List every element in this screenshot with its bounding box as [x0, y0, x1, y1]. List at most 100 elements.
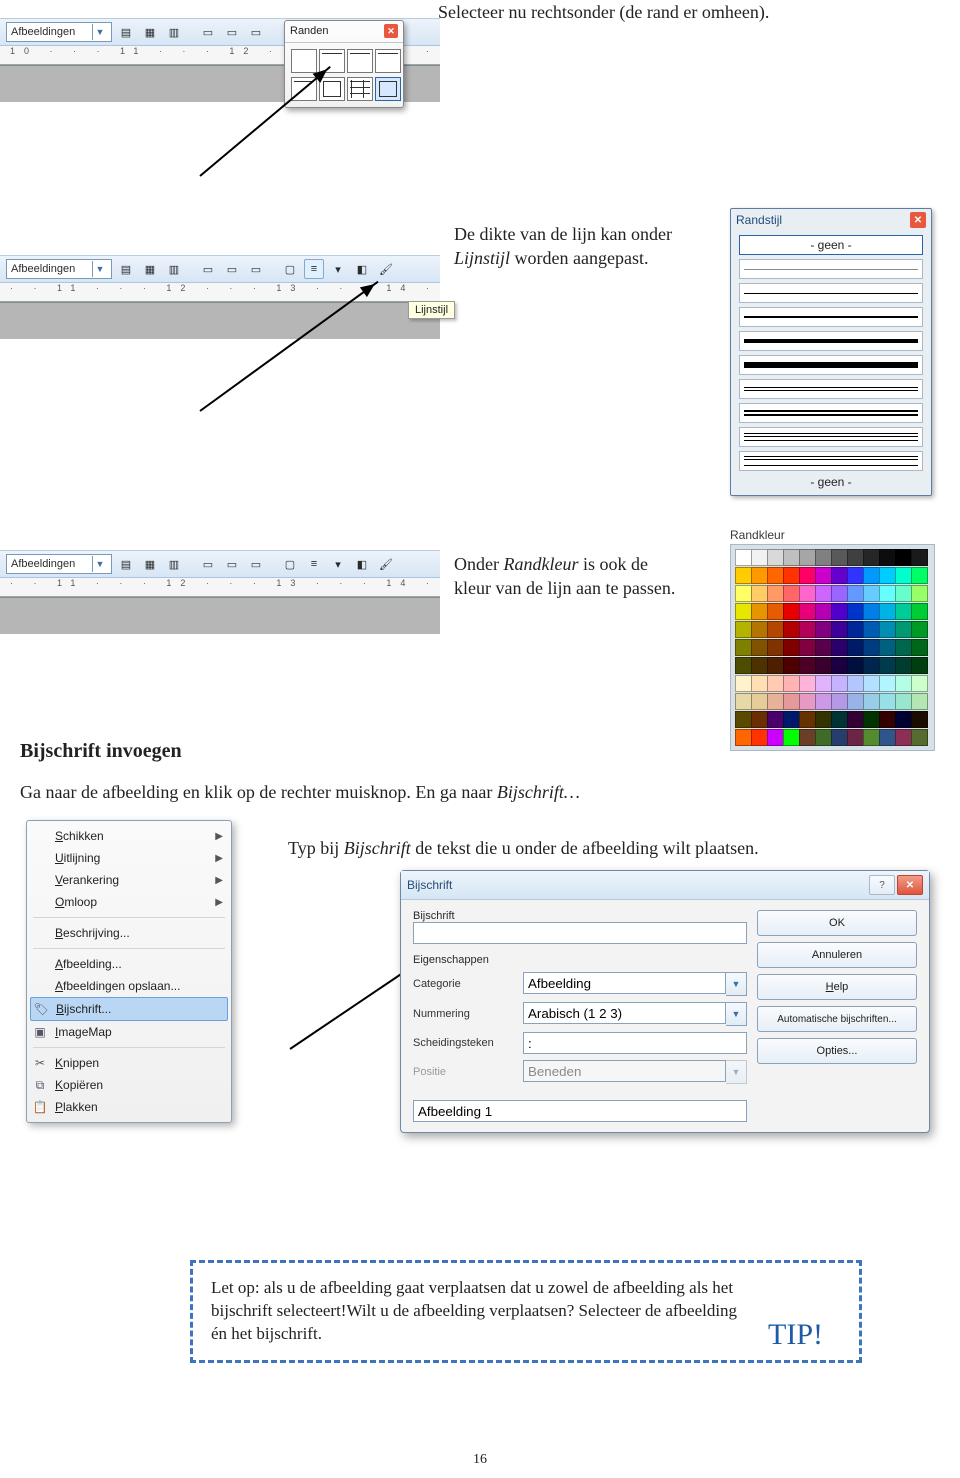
- scheiding-input[interactable]: [523, 1032, 747, 1054]
- context-menu[interactable]: Schikken▶Uitlijning▶Verankering▶Omloop▶B…: [26, 820, 232, 1123]
- color-swatch[interactable]: [863, 621, 880, 638]
- wrap-icon-3[interactable]: ▭: [246, 22, 266, 42]
- help-window-button[interactable]: ?: [869, 875, 895, 895]
- border-bottom[interactable]: [347, 49, 373, 73]
- border-none[interactable]: [291, 49, 317, 73]
- options-button[interactable]: Opties...: [757, 1038, 917, 1064]
- menu-item[interactable]: Verankering▶: [27, 869, 231, 891]
- color-swatch[interactable]: [831, 603, 848, 620]
- color-swatch[interactable]: [831, 621, 848, 638]
- color-swatch[interactable]: [863, 567, 880, 584]
- nummering-combo[interactable]: [523, 1002, 726, 1024]
- color-swatch[interactable]: [767, 585, 784, 602]
- color-swatch[interactable]: [847, 567, 864, 584]
- wrap-icon-2[interactable]: ▭: [222, 22, 242, 42]
- categorie-combo[interactable]: [523, 972, 726, 994]
- color-swatch[interactable]: [799, 603, 816, 620]
- color-swatch[interactable]: [783, 675, 800, 692]
- color-swatch[interactable]: [751, 693, 768, 710]
- color-swatch[interactable]: [879, 675, 896, 692]
- color-swatch[interactable]: [895, 729, 912, 746]
- tb-icon[interactable]: ▭: [246, 554, 266, 574]
- color-swatch[interactable]: [879, 639, 896, 656]
- color-swatch[interactable]: [847, 729, 864, 746]
- color-swatch[interactable]: [831, 549, 848, 566]
- color-swatch[interactable]: [879, 729, 896, 746]
- color-swatch[interactable]: [911, 621, 928, 638]
- randstijl-none-top[interactable]: - geen -: [810, 238, 851, 252]
- line-6[interactable]: [739, 355, 923, 375]
- color-swatch[interactable]: [831, 639, 848, 656]
- cancel-button[interactable]: Annuleren: [757, 942, 917, 968]
- tb-icon[interactable]: ≡: [304, 554, 324, 574]
- borders-dropdown[interactable]: Randen ✕: [284, 20, 404, 108]
- color-swatch[interactable]: [831, 585, 848, 602]
- tb-icon[interactable]: ▭: [222, 259, 242, 279]
- color-swatch[interactable]: [895, 567, 912, 584]
- color-swatch[interactable]: [767, 549, 784, 566]
- color-swatch[interactable]: [799, 585, 816, 602]
- color-swatch[interactable]: [735, 657, 752, 674]
- color-swatch[interactable]: [735, 567, 752, 584]
- color-swatch[interactable]: [831, 693, 848, 710]
- tb-icon[interactable]: ▦: [140, 554, 160, 574]
- tb-icon[interactable]: ▾: [328, 259, 348, 279]
- line-double-2[interactable]: [739, 403, 923, 423]
- color-swatch[interactable]: [847, 603, 864, 620]
- color-swatch[interactable]: [863, 585, 880, 602]
- chevron-down-icon[interactable]: ▼: [726, 1002, 747, 1026]
- color-swatch[interactable]: [799, 621, 816, 638]
- style-combo[interactable]: Afbeeldingen ▼: [6, 22, 112, 42]
- align-left-icon[interactable]: ▤: [116, 22, 136, 42]
- paint-icon[interactable]: ◧: [352, 554, 372, 574]
- paint-icon[interactable]: ◧: [352, 259, 372, 279]
- color-swatch[interactable]: [767, 639, 784, 656]
- color-swatch[interactable]: [911, 639, 928, 656]
- line-0.5[interactable]: [739, 259, 923, 279]
- tb-icon[interactable]: ▦: [140, 259, 160, 279]
- randkleur-panel[interactable]: Randkleur: [730, 528, 935, 751]
- tb-icon[interactable]: ▭: [222, 554, 242, 574]
- color-swatch[interactable]: [751, 585, 768, 602]
- color-swatch[interactable]: [735, 729, 752, 746]
- color-swatch[interactable]: [767, 729, 784, 746]
- menu-item[interactable]: Beschrijving...: [27, 922, 231, 944]
- color-swatch[interactable]: [767, 675, 784, 692]
- menu-item[interactable]: Uitlijning▶: [27, 847, 231, 869]
- color-swatch[interactable]: [783, 729, 800, 746]
- color-icon[interactable]: 🖌: [376, 554, 396, 574]
- menu-item[interactable]: 🏷Bijschrift...: [30, 997, 228, 1021]
- tb-icon[interactable]: ▭: [246, 259, 266, 279]
- line-4[interactable]: [739, 331, 923, 351]
- color-swatch[interactable]: [783, 567, 800, 584]
- tb-icon[interactable]: ▾: [328, 554, 348, 574]
- tb-icon[interactable]: ▤: [116, 554, 136, 574]
- color-swatch[interactable]: [863, 729, 880, 746]
- color-swatch[interactable]: [815, 621, 832, 638]
- color-swatch[interactable]: [767, 567, 784, 584]
- border-outer-selected[interactable]: [375, 77, 401, 101]
- color-swatch[interactable]: [783, 585, 800, 602]
- color-swatch[interactable]: [879, 693, 896, 710]
- color-swatch[interactable]: [735, 585, 752, 602]
- color-swatch[interactable]: [815, 603, 832, 620]
- color-swatch[interactable]: [815, 567, 832, 584]
- ok-button[interactable]: OK: [757, 910, 917, 936]
- color-swatch[interactable]: [799, 711, 816, 728]
- color-swatch[interactable]: [863, 711, 880, 728]
- color-swatch[interactable]: [783, 657, 800, 674]
- color-swatch[interactable]: [767, 603, 784, 620]
- color-swatch[interactable]: [799, 657, 816, 674]
- style-combo[interactable]: Afbeeldingen ▼: [6, 259, 112, 279]
- preview-field[interactable]: [413, 1100, 747, 1122]
- color-swatch[interactable]: [735, 639, 752, 656]
- color-swatch[interactable]: [735, 621, 752, 638]
- line-triple-2[interactable]: [739, 451, 923, 471]
- color-swatch[interactable]: [895, 603, 912, 620]
- color-swatch[interactable]: [831, 675, 848, 692]
- menu-item[interactable]: Omloop▶: [27, 891, 231, 913]
- color-swatch[interactable]: [911, 657, 928, 674]
- align-center-icon[interactable]: ▦: [140, 22, 160, 42]
- color-swatch[interactable]: [799, 549, 816, 566]
- color-swatch[interactable]: [815, 693, 832, 710]
